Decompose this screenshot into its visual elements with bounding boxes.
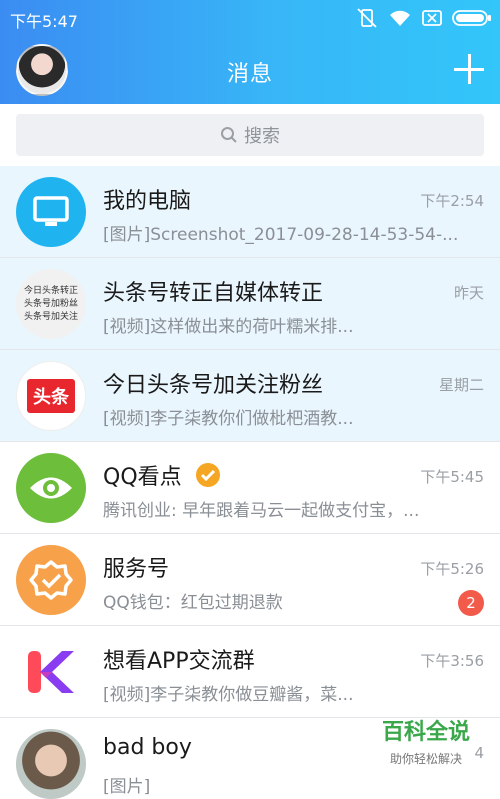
status-time: 下午5:47 bbox=[10, 12, 78, 31]
conversation-name: 今日头条号加关注粉丝 bbox=[103, 373, 324, 398]
conversation-time: 下午3:56 bbox=[420, 652, 484, 670]
conversation-preview: [图片]Screenshot_2017-09-28-14-53-54-... bbox=[103, 225, 459, 245]
conversation-preview: [视频]这样做出来的荷叶糯米排... bbox=[103, 317, 354, 337]
search-input[interactable]: 搜索 bbox=[16, 114, 484, 156]
conversation-time: 昨天 bbox=[453, 284, 484, 302]
computer-avatar bbox=[16, 177, 86, 247]
photo-avatar bbox=[16, 729, 86, 799]
conversation-preview: [视频]李子柒教你做豆瓣酱，菜... bbox=[103, 685, 354, 705]
avatar-text-line: 今日头条转正 bbox=[23, 285, 78, 296]
watermark: 百科全说 助你轻松解决 bbox=[366, 714, 486, 767]
computer-monitor-icon bbox=[33, 196, 69, 226]
conversation-name: 我的电脑 bbox=[103, 189, 192, 214]
search-area: 搜索 bbox=[0, 104, 500, 166]
conversation-preview: [图片] bbox=[103, 777, 151, 797]
toutiao-avatar: 头条 bbox=[16, 361, 86, 431]
conversation-preview: 腾讯创业: 早年跟着马云一起做支付宝，... bbox=[103, 501, 420, 521]
status-bar: 下午5:47 bbox=[0, 0, 500, 36]
badge-check-icon bbox=[29, 560, 73, 600]
conversation-item[interactable]: 今日头条转正 头条号加粉丝 头条号加关注 头条号转正自媒体转正 [视频]这样做出… bbox=[0, 258, 500, 350]
vibrate-off-icon bbox=[357, 8, 377, 28]
watermark-subtitle: 助你轻松解决 bbox=[389, 752, 462, 766]
conversation-name: QQ看点 bbox=[103, 459, 221, 491]
page-title: 消息 bbox=[226, 62, 273, 87]
conversation-item[interactable]: 想看APP交流群 [视频]李子柒教你做豆瓣酱，菜... 下午3:56 bbox=[0, 626, 500, 718]
sim-off-icon bbox=[422, 10, 442, 26]
eye-icon bbox=[30, 477, 72, 499]
avatar-text-line: 头条号加关注 bbox=[23, 311, 78, 322]
conversation-preview: QQ钱包：红包过期退款 bbox=[103, 593, 283, 613]
text-avatar: 今日头条转正 头条号加粉丝 头条号加关注 bbox=[16, 269, 86, 339]
conversation-time: 星期二 bbox=[438, 376, 484, 394]
k-logo-icon bbox=[28, 651, 74, 693]
conversation-name: 服务号 bbox=[103, 557, 170, 582]
conversation-time: 下午2:54 bbox=[420, 192, 484, 210]
status-icons bbox=[356, 6, 492, 30]
wifi-icon bbox=[390, 10, 410, 26]
conversation-time: 下午5:26 bbox=[420, 560, 484, 578]
app-header: 下午5:47 消息 bbox=[0, 0, 500, 104]
conversation-item[interactable]: QQ看点 腾讯创业: 早年跟着马云一起做支付宝，... 下午5:45 bbox=[0, 442, 500, 534]
conversation-name: 想看APP交流群 bbox=[103, 649, 255, 674]
verified-badge-icon bbox=[195, 463, 220, 487]
unread-badge: 2 bbox=[458, 590, 484, 616]
conversation-item[interactable]: 服务号 QQ钱包：红包过期退款 下午5:26 2 bbox=[0, 534, 500, 626]
xiangkan-avatar bbox=[16, 637, 86, 707]
add-button[interactable] bbox=[454, 54, 484, 84]
conversation-name-text: QQ看点 bbox=[103, 465, 182, 490]
battery-icon bbox=[452, 10, 491, 26]
conversation-list: 我的电脑 [图片]Screenshot_2017-09-28-14-53-54-… bbox=[0, 166, 500, 799]
search-placeholder: 搜索 bbox=[244, 126, 280, 147]
conversation-name: bad boy bbox=[103, 735, 192, 760]
toutiao-logo: 头条 bbox=[27, 379, 75, 413]
qq-kandian-avatar bbox=[16, 453, 86, 523]
conversation-item[interactable]: 头条 今日头条号加关注粉丝 [视频]李子柒教你们做枇杷酒教... 星期二 bbox=[0, 350, 500, 442]
avatar-text-line: 头条号加粉丝 bbox=[23, 298, 78, 309]
conversation-name: 头条号转正自媒体转正 bbox=[103, 281, 324, 306]
service-avatar bbox=[16, 545, 86, 615]
conversation-time: 下午5:45 bbox=[420, 468, 484, 486]
watermark-title: 百科全说 bbox=[381, 720, 470, 745]
search-icon bbox=[221, 127, 237, 143]
conversation-item[interactable]: 我的电脑 [图片]Screenshot_2017-09-28-14-53-54-… bbox=[0, 166, 500, 258]
conversation-preview: [视频]李子柒教你们做枇杷酒教... bbox=[103, 409, 354, 429]
nav-bar: 消息 bbox=[0, 36, 500, 104]
